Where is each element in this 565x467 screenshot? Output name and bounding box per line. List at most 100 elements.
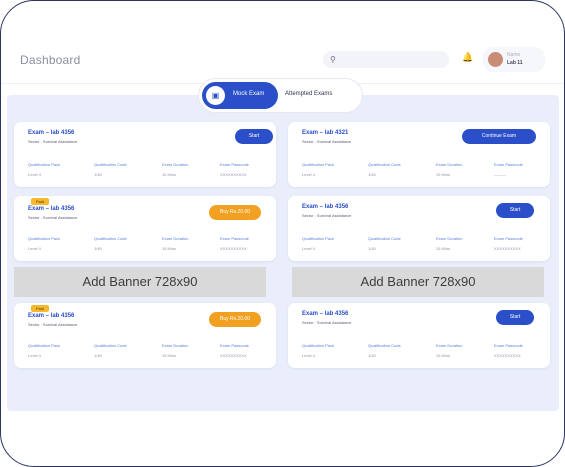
user-menu[interactable]: Name Lab 11 <box>483 47 545 72</box>
exam-action-button[interactable]: Buy Rs.20.00 <box>209 205 261 220</box>
meta-value: 1/45 <box>94 172 102 177</box>
meta-label: Exam Duration <box>162 236 189 241</box>
exam-card: Exam – lab 4356 Sector : Survival Assista… <box>288 196 550 261</box>
meta-value: 15 Mins <box>436 353 451 358</box>
exam-sector: Sector : Survival Assistance <box>28 322 78 327</box>
exam-sector: Sector : Survival Assistance <box>302 320 352 325</box>
meta-label: Exam Duration <box>162 343 189 348</box>
meta-column: Exam Duration 15 Mins <box>162 343 224 358</box>
meta-column: Exam Passcode XXXXXXXXXX <box>494 236 556 251</box>
exam-action-button[interactable]: Start <box>496 310 534 325</box>
meta-column: Qualification Code 1/45 <box>94 162 156 177</box>
exam-card: Exam – lab 4356 Sector : Survival Assista… <box>14 122 276 187</box>
tab-mock-exam-label: Mock Exam <box>233 91 265 97</box>
meta-value: 15 Mins <box>162 246 177 251</box>
meta-label: Exam Duration <box>162 162 189 167</box>
meta-column: Exam Duration 15 Mins <box>162 236 224 251</box>
meta-column: Exam Passcode XXXXXXXXXX <box>220 343 282 358</box>
meta-label: Qualification Pack <box>28 236 61 241</box>
meta-value: XXXXXXXXXX <box>220 172 247 177</box>
meta-label: Exam Passcode <box>494 236 523 241</box>
meta-value: Level 4 <box>28 172 41 177</box>
search-icon: ⚲ <box>330 55 336 64</box>
meta-value: Level 4 <box>28 246 41 251</box>
meta-column: Exam Passcode XXXXXXXXXX <box>220 162 282 177</box>
meta-column: Exam Passcode ——— <box>494 162 556 177</box>
meta-value: 1/45 <box>368 353 376 358</box>
exam-name: Exam – lab 4356 <box>28 206 75 212</box>
meta-label: Exam Duration <box>436 343 463 348</box>
meta-value: Level 4 <box>28 353 41 358</box>
meta-label: Qualification Pack <box>302 236 335 241</box>
meta-value: 15 Mins <box>436 172 451 177</box>
meta-label: Exam Passcode <box>494 343 523 348</box>
meta-label: Exam Duration <box>436 236 463 241</box>
meta-label: Qualification Pack <box>302 162 335 167</box>
exam-action-button[interactable]: Start <box>496 203 534 218</box>
search-input[interactable]: ⚲ <box>323 51 449 68</box>
exam-card: Paid Exam – lab 4356 Sector : Survival Ass… <box>14 303 276 368</box>
exam-card: Paid Exam – lab 4356 Sector : Survival Ass… <box>14 196 276 261</box>
exam-sector: Sector : Survival Assistance <box>28 215 78 220</box>
meta-column: Exam Passcode XXXXXXXXXX <box>494 343 556 358</box>
meta-label: Exam Duration <box>436 162 463 167</box>
meta-column: Qualification Pack Level 4 <box>302 162 364 177</box>
exam-card: Exam – lab 4321 Sector : Survival Assista… <box>288 122 550 187</box>
tab-attempted-exams[interactable]: Attempted Exams <box>285 91 332 97</box>
meta-value: 1/45 <box>94 353 102 358</box>
ad-banner-right[interactable]: Add Banner 728x90 <box>292 267 544 297</box>
meta-label: Exam Passcode <box>494 162 523 167</box>
meta-column: Exam Duration 15 Mins <box>436 236 498 251</box>
exam-action-button[interactable]: Continue Exam <box>462 129 536 144</box>
meta-column: Qualification Code 1/45 <box>368 236 430 251</box>
exam-card: Exam – lab 4356 Sector : Survival Assista… <box>288 303 550 368</box>
meta-value: 15 Mins <box>162 172 177 177</box>
exam-action-button[interactable]: Buy Rs.20.00 <box>209 312 261 327</box>
meta-column: Qualification Pack Level 4 <box>28 162 90 177</box>
ad-banner-left[interactable]: Add Banner 728x90 <box>14 267 266 297</box>
meta-label: Qualification Code <box>94 343 127 348</box>
meta-column: Qualification Code 1/45 <box>368 162 430 177</box>
user-role: Lab 11 <box>507 60 523 66</box>
meta-value: Level 4 <box>302 353 315 358</box>
meta-label: Qualification Code <box>368 236 401 241</box>
meta-value: 1/45 <box>94 246 102 251</box>
meta-label: Qualification Code <box>368 162 401 167</box>
meta-value: ——— <box>494 172 506 177</box>
meta-label: Exam Passcode <box>220 343 249 348</box>
meta-column: Qualification Code 1/45 <box>94 343 156 358</box>
meta-column: Exam Duration 15 Mins <box>162 162 224 177</box>
meta-value: Level 4 <box>302 172 315 177</box>
meta-value: XXXXXXXXXX <box>494 246 521 251</box>
exam-action-button[interactable]: Start <box>235 129 273 144</box>
meta-value: XXXXXXXXXX <box>220 246 247 251</box>
meta-label: Qualification Code <box>94 236 127 241</box>
avatar <box>488 52 503 67</box>
meta-column: Exam Duration 15 Mins <box>436 343 498 358</box>
tab-mock-exam[interactable]: ▣ Mock Exam <box>202 82 278 109</box>
meta-value: 1/45 <box>368 172 376 177</box>
meta-value: XXXXXXXXXX <box>220 353 247 358</box>
meta-label: Qualification Pack <box>28 162 61 167</box>
paid-badge: Paid <box>31 198 50 205</box>
meta-column: Exam Passcode XXXXXXXXXX <box>220 236 282 251</box>
meta-value: 15 Mins <box>436 246 451 251</box>
meta-label: Qualification Code <box>368 343 401 348</box>
meta-label: Qualification Pack <box>28 343 61 348</box>
meta-column: Qualification Code 1/45 <box>94 236 156 251</box>
user-name: Name <box>507 52 521 58</box>
bell-icon[interactable]: 🔔 <box>462 52 473 63</box>
exam-sector: Sector : Survival Assistance <box>302 139 352 144</box>
monitor-icon: ▣ <box>206 86 225 105</box>
top-header: Dashboard ⚲ 🔔 Name Lab 11 <box>1 41 564 83</box>
meta-label: Exam Passcode <box>220 236 249 241</box>
exam-sector: Sector : Survival Assistance <box>28 139 78 144</box>
exam-name: Exam – lab 4356 <box>302 204 349 210</box>
exam-name: Exam – lab 4356 <box>28 130 75 136</box>
meta-column: Qualification Pack Level 4 <box>302 236 364 251</box>
exam-name: Exam – lab 4356 <box>302 311 349 317</box>
app-frame: Dashboard ⚲ 🔔 Name Lab 11 ▣ Mock Exam At… <box>0 0 565 467</box>
meta-column: Qualification Code 1/45 <box>368 343 430 358</box>
meta-column: Qualification Pack Level 4 <box>28 343 90 358</box>
exam-sector: Sector : Survival Assistance <box>302 213 352 218</box>
